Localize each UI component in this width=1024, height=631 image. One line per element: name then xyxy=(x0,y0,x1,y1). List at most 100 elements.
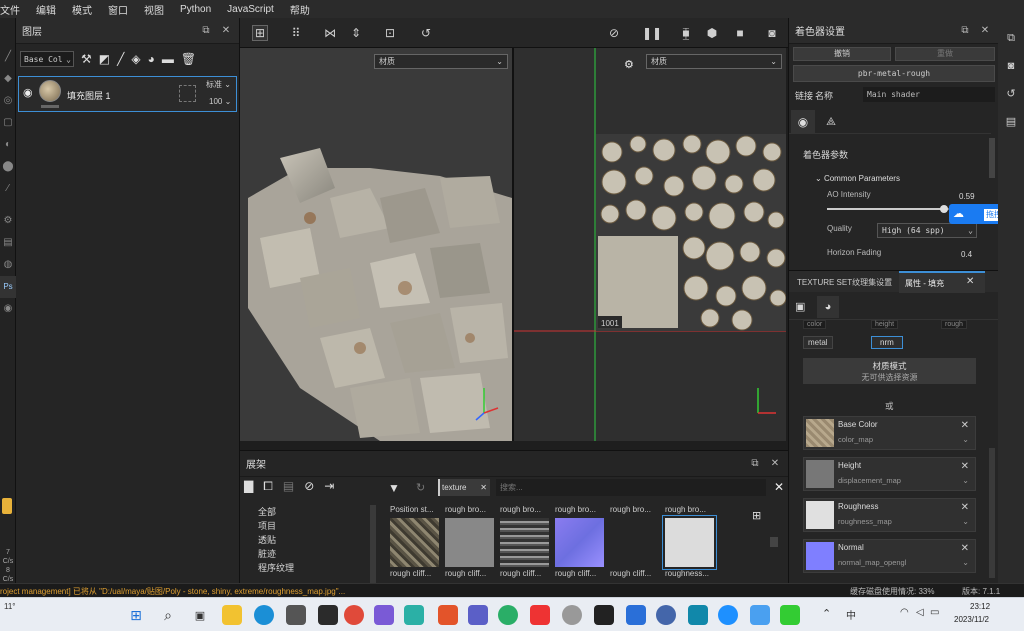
battery-icon[interactable]: ▭ xyxy=(930,607,939,618)
notes-icon[interactable] xyxy=(318,605,338,625)
avatar-icon[interactable] xyxy=(562,605,582,625)
chevron-down-icon[interactable]: ⌄ xyxy=(962,476,969,485)
log-icon[interactable]: ▤ xyxy=(998,108,1024,136)
base-color-slot[interactable]: Base Color color_map ✕ ⌄ xyxy=(803,416,976,450)
pin-icon[interactable]: ◉ xyxy=(0,298,16,320)
display-settings-icon[interactable]: ◙ xyxy=(998,52,1024,80)
normal-slot[interactable]: Normal normal_map_opengl ✕ ⌄ xyxy=(803,539,976,573)
close-icon[interactable]: ✕ xyxy=(219,25,233,36)
geometry-icon[interactable]: ◍ xyxy=(0,254,16,276)
paint-tool-icon[interactable]: ╱ xyxy=(0,46,16,68)
category-alphas[interactable]: 透贴 xyxy=(258,533,294,547)
folder-icon[interactable]: ▇ xyxy=(244,479,253,499)
shelf-thumb-3[interactable] xyxy=(500,518,549,567)
app4-icon[interactable] xyxy=(718,605,738,625)
menu-help[interactable]: 帮助 xyxy=(282,2,318,17)
smart-mask-icon[interactable]: ◕ xyxy=(148,52,155,66)
folder-icon[interactable] xyxy=(2,498,12,514)
selection-mode-icon[interactable]: ⊞ xyxy=(252,25,268,41)
symmetry-icon[interactable]: ⋈ xyxy=(322,25,338,41)
menu-python[interactable]: Python xyxy=(172,4,219,15)
volume-icon[interactable]: ◁ xyxy=(916,607,924,618)
chrome-icon[interactable] xyxy=(344,605,364,625)
smudge-tool-icon[interactable]: ◐ xyxy=(0,134,16,156)
channel-color[interactable]: color xyxy=(803,320,827,329)
channel-select[interactable]: Base Col ⌄ xyxy=(20,51,74,67)
search-chip[interactable]: texture ✕ xyxy=(438,479,490,496)
layers-icon[interactable]: ⧉ xyxy=(998,24,1024,52)
task-view-icon[interactable]: ▣ xyxy=(190,605,210,625)
shader-library-tab[interactable]: ⟁ xyxy=(819,110,843,134)
app5-icon[interactable] xyxy=(780,605,800,625)
picker-tool-icon[interactable]: ⁄ xyxy=(0,178,16,200)
chevron-down-icon[interactable]: ⌄ xyxy=(962,435,969,444)
cube-view-icon[interactable]: ⬢ xyxy=(704,25,720,41)
quality-select[interactable]: High (64 spp) ⌄ xyxy=(877,223,977,238)
layer-row-fill-1[interactable]: ◉ 填充图层 1 标准 ⌄ 100 ⌄ xyxy=(18,76,237,112)
roughness-slot[interactable]: Roughness roughness_map ✕ ⌄ xyxy=(803,498,976,532)
properties-scrollbar[interactable] xyxy=(989,448,995,578)
history-icon[interactable]: ↺ xyxy=(418,25,434,41)
history-icon[interactable]: ↺ xyxy=(998,80,1024,108)
export-icon[interactable]: ⇥ xyxy=(324,479,334,499)
add-folder-icon[interactable]: ▬ xyxy=(162,52,174,66)
channel-metal[interactable]: metal xyxy=(803,336,833,349)
fill-props-icon[interactable]: ◕ xyxy=(817,296,839,318)
shader-scrollbar[interactable] xyxy=(989,138,995,178)
clear-slot-icon[interactable]: ✕ xyxy=(961,543,969,554)
add-mask-icon[interactable]: ◩ xyxy=(99,52,110,66)
layer-name[interactable]: 填充图层 1 xyxy=(67,89,111,102)
menu-file[interactable]: 文件 xyxy=(0,2,28,17)
shader-params-tab[interactable]: ◉ xyxy=(791,110,815,134)
categories-scrollbar[interactable] xyxy=(370,505,376,585)
settings-icon[interactable]: ⚙ xyxy=(0,210,16,232)
shelf-thumb-4[interactable] xyxy=(555,518,604,567)
projection-tool-icon[interactable]: ◎ xyxy=(0,90,16,112)
float-panel-icon[interactable]: ⧉ xyxy=(958,25,972,36)
app2-icon[interactable] xyxy=(656,605,676,625)
bake-icon[interactable]: ▤ xyxy=(0,232,16,254)
file-explorer-icon[interactable] xyxy=(222,605,242,625)
baidu-netdisk-icon[interactable] xyxy=(750,605,770,625)
grid-icon[interactable]: ⠿ xyxy=(288,25,304,41)
align-icon[interactable]: ⇕ xyxy=(348,25,364,41)
tray-chevron-icon[interactable]: ⌃ xyxy=(822,607,831,620)
substance-designer-icon[interactable] xyxy=(594,605,614,625)
maya-icon[interactable] xyxy=(374,605,394,625)
weather-widget[interactable]: 11° xyxy=(4,602,16,611)
redo-button[interactable]: 重做 xyxy=(895,47,995,61)
office-icon[interactable] xyxy=(438,605,458,625)
start-icon[interactable]: ⊞ xyxy=(126,605,146,625)
texture-set-list-icon[interactable]: ▣ xyxy=(795,300,805,313)
app3-icon[interactable] xyxy=(688,605,708,625)
store-icon[interactable] xyxy=(286,605,306,625)
shelf-thumb-5[interactable] xyxy=(610,518,659,567)
menu-view[interactable]: 视图 xyxy=(136,2,172,17)
viewport-2d[interactable]: ⚙ 材质 ⌄ 1001 xyxy=(514,48,786,441)
clock-time[interactable]: 23:12 xyxy=(970,602,990,611)
import-icon[interactable]: ⧠ xyxy=(263,479,273,499)
category-project[interactable]: 项目 xyxy=(258,519,294,533)
search-icon[interactable]: ⌕ xyxy=(158,605,178,625)
category-all[interactable]: 全部 xyxy=(258,505,294,519)
texture-set-settings-tab[interactable]: TEXTURE SET纹理集设置 xyxy=(797,277,892,288)
channel-nrm[interactable]: nrm xyxy=(871,336,903,349)
clone-tool-icon[interactable]: ⬤ xyxy=(0,156,16,178)
common-params-group[interactable]: ⌄ Common Parameters xyxy=(815,174,900,183)
polygon-fill-icon[interactable]: ▢ xyxy=(0,112,16,134)
category-grunges[interactable]: 脏迹 xyxy=(258,547,294,561)
add-effect-icon[interactable]: ⚒ xyxy=(81,52,92,66)
wechat-icon[interactable] xyxy=(498,605,518,625)
no-preview-icon[interactable]: ⊘ xyxy=(606,25,622,41)
clock-date[interactable]: 2023/11/2 xyxy=(954,615,989,624)
pause-icon[interactable]: ❚❚ xyxy=(642,25,662,41)
clear-slot-icon[interactable]: ✕ xyxy=(961,502,969,513)
height-slot[interactable]: Height displacement_map ✕ ⌄ xyxy=(803,457,976,491)
shelf-thumb-2[interactable] xyxy=(445,518,494,567)
shelf-thumb-1[interactable] xyxy=(390,518,439,567)
edge-icon[interactable] xyxy=(254,605,274,625)
clear-search-icon[interactable]: ✕ xyxy=(774,480,784,494)
split-view-icon[interactable]: ⧯ xyxy=(678,25,694,41)
chevron-down-icon[interactable]: ⌄ xyxy=(962,558,969,567)
reset-filter-icon[interactable]: ↻ xyxy=(416,481,425,494)
